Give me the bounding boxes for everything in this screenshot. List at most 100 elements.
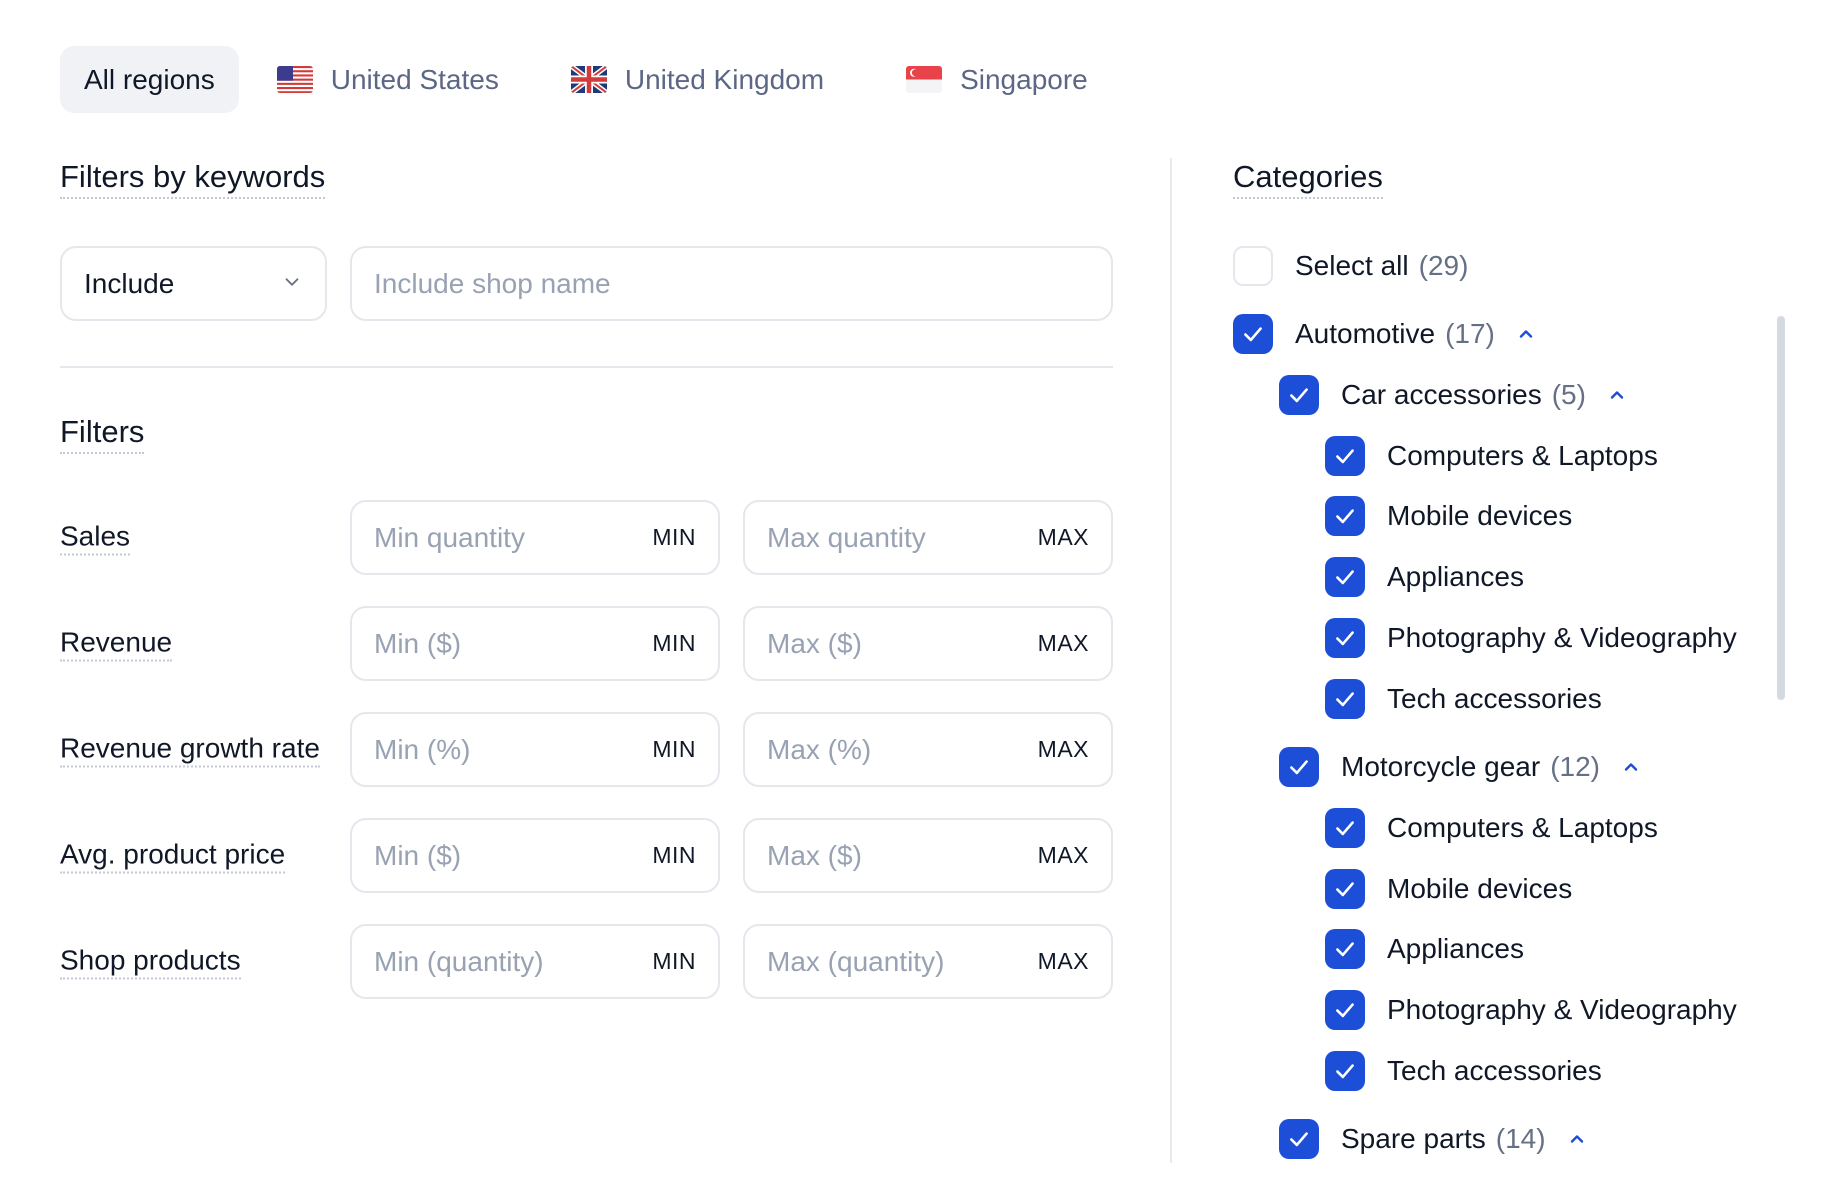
filter-label: Avg. product price [60, 838, 286, 873]
checkbox-unchecked[interactable] [1233, 246, 1273, 286]
category-label: Tech accessories [1387, 1055, 1602, 1086]
max-suffix: MAX [1037, 736, 1089, 762]
checkbox-checked[interactable] [1325, 1051, 1365, 1091]
checkbox-checked[interactable] [1279, 375, 1319, 415]
category-item[interactable]: Spare parts (14) [1279, 1117, 1586, 1161]
min-suffix: MIN [652, 842, 696, 868]
checkbox-checked[interactable] [1325, 990, 1365, 1030]
category-item[interactable]: Select all (29) [1233, 244, 1468, 288]
filter-row-revenue-growth-rate: Revenue growth rate Min (%) MIN Max (%) … [60, 712, 1113, 787]
max-placeholder: Max (quantity) [767, 945, 945, 977]
chevron-up-icon[interactable] [1568, 1130, 1586, 1148]
region-tabs: All regions United States United Kingdom… [60, 46, 1112, 113]
filter-label: Revenue growth rate [60, 732, 320, 767]
category-label: Select all [1295, 250, 1409, 281]
category-label: Photography & Videography [1387, 622, 1737, 653]
check-icon [1332, 564, 1358, 590]
category-item[interactable]: Photography & Videography [1325, 616, 1737, 660]
tab-united-states[interactable]: United States [253, 46, 523, 113]
filter-row-revenue: Revenue Min ($) MIN Max ($) MAX [60, 606, 1113, 681]
sales-max-input[interactable]: Max quantity MAX [743, 500, 1113, 575]
growth-max-input[interactable]: Max (%) MAX [743, 712, 1113, 787]
category-label: Car accessories [1341, 379, 1542, 410]
check-icon [1332, 815, 1358, 841]
chevron-up-icon[interactable] [1622, 758, 1640, 776]
chevron-up-icon[interactable] [1608, 386, 1626, 404]
sales-min-input[interactable]: Min quantity MIN [350, 500, 720, 575]
category-item[interactable]: Mobile devices [1325, 494, 1572, 538]
checkbox-checked[interactable] [1279, 1119, 1319, 1159]
checkbox-checked[interactable] [1325, 496, 1365, 536]
max-placeholder: Max (%) [767, 733, 872, 765]
max-placeholder: Max quantity [767, 521, 926, 553]
categories-title: Categories [1233, 158, 1383, 200]
include-mode-select[interactable]: Include [60, 246, 327, 321]
check-icon [1332, 503, 1358, 529]
category-label: Computers & Laptops [1387, 812, 1658, 843]
category-item[interactable]: Tech accessories [1325, 677, 1602, 721]
filter-label: Sales [60, 520, 131, 555]
checkbox-checked[interactable] [1325, 929, 1365, 969]
checkbox-checked[interactable] [1325, 808, 1365, 848]
category-count: (14) [1495, 1123, 1546, 1154]
tab-united-kingdom[interactable]: United Kingdom [547, 46, 848, 113]
tab-singapore[interactable]: Singapore [882, 46, 1112, 113]
category-label: Automotive [1295, 318, 1436, 349]
min-suffix: MIN [652, 948, 696, 974]
max-suffix: MAX [1037, 842, 1089, 868]
products-max-input[interactable]: Max (quantity) MAX [743, 924, 1113, 999]
category-item[interactable]: Appliances [1325, 927, 1524, 971]
tab-label: Singapore [960, 63, 1088, 95]
checkbox-checked[interactable] [1325, 618, 1365, 658]
check-icon [1286, 754, 1312, 780]
price-max-input[interactable]: Max ($) MAX [743, 818, 1113, 893]
uk-flag-icon [570, 66, 607, 93]
checkbox-checked[interactable] [1233, 314, 1273, 354]
category-item[interactable]: Appliances [1325, 555, 1524, 599]
us-flag-icon [276, 66, 313, 93]
filters-title: Filters [60, 413, 145, 455]
category-item[interactable]: Photography & Videography [1325, 988, 1737, 1032]
filter-row-avg-product-price: Avg. product price Min ($) MIN Max ($) M… [60, 818, 1113, 893]
category-item[interactable]: Tech accessories [1325, 1049, 1602, 1093]
chevron-down-icon [281, 268, 303, 300]
min-placeholder: Min quantity [374, 521, 525, 553]
growth-min-input[interactable]: Min (%) MIN [350, 712, 720, 787]
check-icon [1240, 321, 1266, 347]
products-min-input[interactable]: Min (quantity) MIN [350, 924, 720, 999]
category-label: Motorcycle gear [1341, 751, 1541, 782]
filter-label: Revenue [60, 626, 173, 661]
min-placeholder: Min (%) [374, 733, 471, 765]
category-count: (12) [1550, 751, 1600, 782]
category-item[interactable]: Computers & Laptops [1325, 434, 1658, 478]
column-divider [1170, 158, 1172, 1163]
filter-row-sales: Sales Min quantity MIN Max quantity MAX [60, 500, 1113, 575]
sg-flag-icon [906, 66, 943, 93]
checkbox-checked[interactable] [1325, 869, 1365, 909]
tab-all-regions[interactable]: All regions [60, 46, 239, 113]
check-icon [1332, 997, 1358, 1023]
shop-name-input[interactable]: Include shop name [350, 246, 1113, 321]
category-label: Mobile devices [1387, 873, 1573, 904]
category-scrollbar[interactable] [1777, 316, 1785, 700]
category-item[interactable]: Computers & Laptops [1325, 806, 1658, 850]
filter-label: Shop products [60, 944, 241, 979]
check-icon [1332, 625, 1358, 651]
max-suffix: MAX [1037, 630, 1089, 656]
category-item[interactable]: Mobile devices [1325, 867, 1572, 911]
price-min-input[interactable]: Min ($) MIN [350, 818, 720, 893]
category-item[interactable]: Automotive (17) [1233, 312, 1535, 356]
category-item[interactable]: Motorcycle gear (12) [1279, 745, 1640, 789]
checkbox-checked[interactable] [1325, 557, 1365, 597]
category-label: Appliances [1387, 933, 1524, 964]
chevron-up-icon[interactable] [1517, 325, 1535, 343]
check-icon [1286, 382, 1312, 408]
checkbox-checked[interactable] [1325, 436, 1365, 476]
category-item[interactable]: Car accessories (5) [1279, 373, 1626, 417]
checkbox-checked[interactable] [1325, 679, 1365, 719]
check-icon [1332, 686, 1358, 712]
check-icon [1332, 1058, 1358, 1084]
checkbox-checked[interactable] [1279, 747, 1319, 787]
revenue-max-input[interactable]: Max ($) MAX [743, 606, 1113, 681]
revenue-min-input[interactable]: Min ($) MIN [350, 606, 720, 681]
